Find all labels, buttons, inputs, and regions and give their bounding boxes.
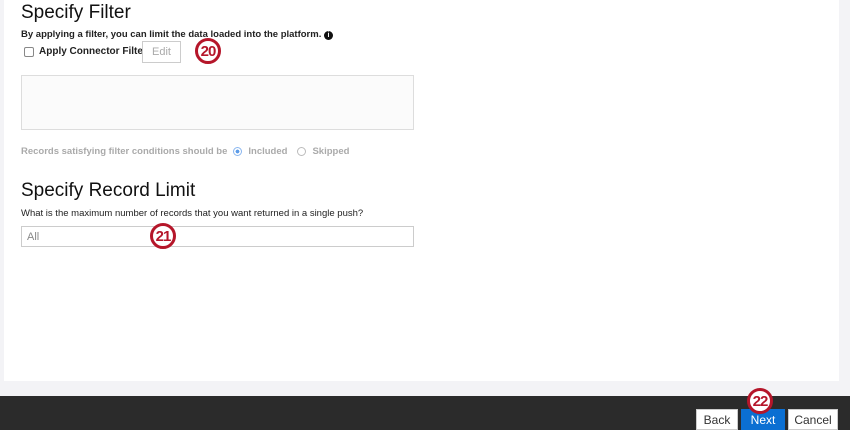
records-label: Records satisfying filter conditions sho… [21,146,228,157]
skipped-label[interactable]: Skipped [312,146,349,157]
record-limit-title: Specify Record Limit [21,180,196,201]
cancel-button[interactable]: Cancel [788,409,838,430]
filter-title: Specify Filter [21,2,131,23]
info-icon[interactable]: i [324,31,333,40]
skipped-radio[interactable] [297,147,307,156]
apply-connector-filter-label[interactable]: Apply Connector Filter [39,46,147,57]
back-button[interactable]: Back [696,409,738,430]
apply-connector-filter-checkbox[interactable] [24,47,34,57]
record-limit-input[interactable] [21,226,414,247]
filter-textarea[interactable] [21,75,414,130]
included-label[interactable]: Included [248,146,287,157]
filter-description: By applying a filter, you can limit the … [21,29,333,40]
step-marker-20: 20 [195,38,221,64]
step-marker-22: 22 [747,388,773,414]
edit-filter-button[interactable]: Edit [142,41,181,63]
filter-description-text: By applying a filter, you can limit the … [21,29,322,40]
step-marker-21: 21 [150,223,176,249]
included-radio[interactable] [233,147,243,156]
records-condition: Records satisfying filter conditions sho… [21,146,349,157]
record-limit-question: What is the maximum number of records th… [21,208,364,219]
